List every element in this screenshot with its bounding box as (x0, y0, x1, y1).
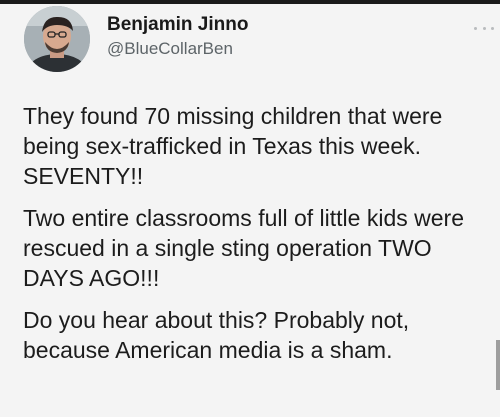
tweet-paragraph: Do you hear about this? Probably not, be… (23, 307, 410, 363)
more-dot (491, 26, 494, 30)
tweet-paragraph: Two entire classrooms full of little kid… (23, 205, 464, 291)
more-dot (482, 26, 486, 30)
more-horizontal-icon[interactable] (474, 24, 494, 32)
more-dot (474, 26, 477, 30)
scrollbar[interactable] (496, 340, 500, 390)
avatar-photo (24, 6, 90, 72)
author-name[interactable]: Benjamin Jinno (107, 14, 248, 36)
avatar[interactable] (24, 6, 90, 72)
tweet-body: They found 70 missing children that were… (23, 101, 495, 377)
tweet-paragraph: They found 70 missing children that were… (23, 103, 443, 189)
author-handle[interactable]: @BlueCollarBen (107, 39, 233, 59)
top-edge-bar (0, 0, 500, 4)
tweet-card: Benjamin Jinno @BlueCollarBen They found… (0, 0, 500, 417)
